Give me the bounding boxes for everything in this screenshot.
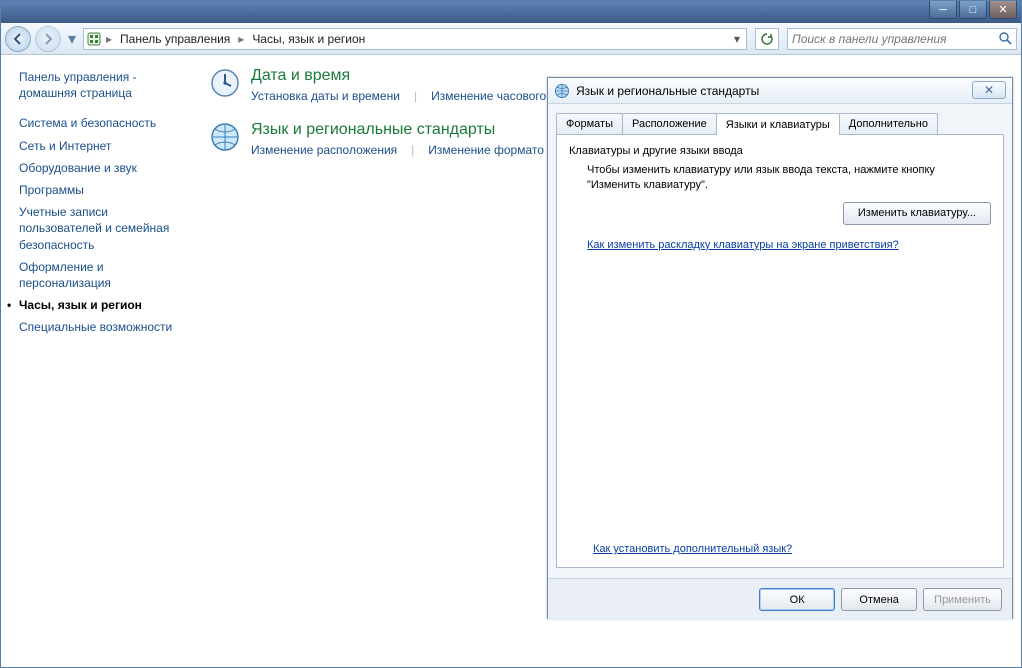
arrow-left-icon xyxy=(12,33,24,45)
clock-icon xyxy=(209,67,241,99)
refresh-icon xyxy=(760,32,774,46)
tab-strip: ФорматыРасположениеЯзыки и клавиатурыДоп… xyxy=(556,113,1004,135)
tab[interactable]: Языки и клавиатуры xyxy=(716,113,840,135)
task-link[interactable]: Изменение формато xyxy=(428,143,544,157)
globe-icon xyxy=(209,121,241,153)
sidebar-item[interactable]: Программы xyxy=(19,182,191,198)
dialog-footer: ОК Отмена Применить xyxy=(548,578,1012,620)
apply-button[interactable]: Применить xyxy=(923,588,1002,611)
sidebar-home-link[interactable]: Панель управления - домашняя страница xyxy=(19,69,191,101)
tab[interactable]: Расположение xyxy=(622,113,717,135)
globe-icon xyxy=(554,83,570,99)
tab-panel: Клавиатуры и другие языки ввода Чтобы из… xyxy=(556,134,1004,568)
maximize-button[interactable]: □ xyxy=(959,1,987,19)
tab[interactable]: Дополнительно xyxy=(839,113,938,135)
back-button[interactable] xyxy=(5,26,31,52)
sidebar-item[interactable]: Сеть и Интернет xyxy=(19,138,191,154)
ok-button[interactable]: ОК xyxy=(759,588,835,611)
address-dropdown[interactable]: ▾ xyxy=(728,32,746,46)
search-box[interactable] xyxy=(787,28,1017,50)
address-bar[interactable]: ▸ Панель управления ▸ Часы, язык и регио… xyxy=(83,28,747,50)
navbar: ▾ ▸ Панель управления ▸ Часы, язык и рег… xyxy=(1,23,1021,55)
sidebar-item[interactable]: Специальные возможности xyxy=(19,319,191,335)
install-language-help-link[interactable]: Как установить дополнительный язык? xyxy=(593,543,792,555)
history-dropdown[interactable]: ▾ xyxy=(65,26,79,52)
search-icon xyxy=(999,32,1012,45)
sidebar-item[interactable]: Часы, язык и регион xyxy=(19,297,191,313)
task-link[interactable]: Изменение часового xyxy=(431,89,546,103)
window-titlebar: ─ □ ✕ xyxy=(1,1,1021,23)
forward-button[interactable] xyxy=(35,26,61,52)
change-keyboard-button[interactable]: Изменить клавиатуру... xyxy=(843,202,991,225)
tab[interactable]: Форматы xyxy=(556,113,623,135)
control-panel-window: ─ □ ✕ ▾ ▸ Панель управления ▸ Часы, язык… xyxy=(0,0,1022,668)
breadcrumb-item[interactable]: Панель управления xyxy=(114,32,236,46)
dialog-titlebar: Язык и региональные стандарты ✕ xyxy=(548,78,1012,104)
cancel-button[interactable]: Отмена xyxy=(841,588,917,611)
breadcrumb-sep: ▸ xyxy=(236,32,246,46)
group-title: Клавиатуры и другие языки ввода xyxy=(569,145,991,157)
sidebar: Панель управления - домашняя страница Си… xyxy=(1,55,201,668)
sidebar-item[interactable]: Оборудование и звук xyxy=(19,160,191,176)
sidebar-item[interactable]: Система и безопасность xyxy=(19,115,191,131)
task-link[interactable]: Установка даты и времени xyxy=(251,89,400,103)
refresh-button[interactable] xyxy=(755,28,779,50)
group-text: Чтобы изменить клавиатуру или язык ввода… xyxy=(587,163,991,194)
task-link[interactable]: Изменение расположения xyxy=(251,143,397,157)
breadcrumb-sep: ▸ xyxy=(104,32,114,46)
search-input[interactable] xyxy=(792,32,999,46)
minimize-button[interactable]: ─ xyxy=(929,1,957,19)
sidebar-item[interactable]: Учетные записи пользователей и семейная … xyxy=(19,204,191,253)
sidebar-item[interactable]: Оформление и персонализация xyxy=(19,259,191,291)
close-button[interactable]: ✕ xyxy=(989,1,1017,19)
arrow-right-icon xyxy=(42,33,54,45)
welcome-screen-help-link[interactable]: Как изменить раскладку клавиатуры на экр… xyxy=(587,239,899,251)
region-dialog: Язык и региональные стандарты ✕ ФорматыР… xyxy=(547,77,1013,619)
breadcrumb-item[interactable]: Часы, язык и регион xyxy=(246,32,371,46)
dialog-close-button[interactable]: ✕ xyxy=(972,81,1006,99)
dialog-title: Язык и региональные стандарты xyxy=(576,84,759,98)
control-panel-icon xyxy=(84,32,104,46)
